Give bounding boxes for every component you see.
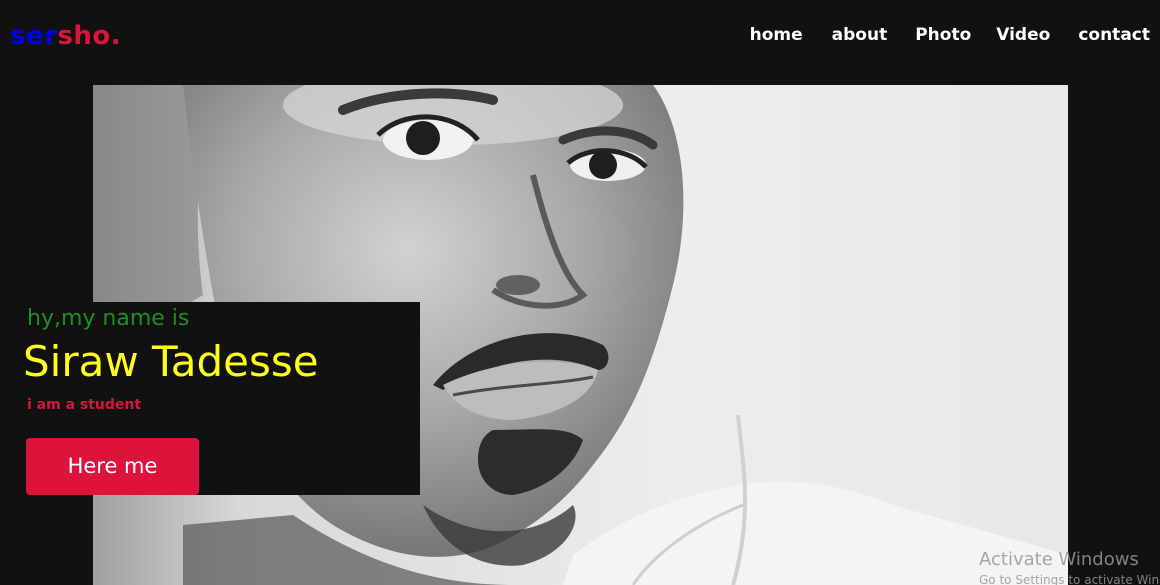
page: sersho. home about Photo Video contact h…	[0, 0, 1160, 585]
logo-text-accent: sho.	[57, 21, 122, 51]
here-me-button[interactable]: Here me	[26, 438, 199, 495]
logo-text-primary: ser	[10, 21, 58, 51]
navbar: sersho. home about Photo Video contact	[0, 0, 1160, 70]
activate-windows-watermark: Activate Windows Go to Settings to activ…	[979, 548, 1160, 585]
site-logo[interactable]: sersho.	[10, 18, 121, 54]
nav-link-photo[interactable]: Photo	[915, 22, 971, 48]
person-name: Siraw Tadesse	[23, 337, 319, 386]
nav-menu: home about Photo Video contact	[750, 22, 1150, 48]
role-text: i am a student	[27, 397, 142, 413]
watermark-title: Activate Windows	[979, 549, 1139, 570]
nav-link-contact[interactable]: contact	[1078, 22, 1150, 48]
intro-card: hy,my name is Siraw Tadesse i am a stude…	[13, 302, 420, 495]
greeting-text: hy,my name is	[27, 306, 190, 331]
nav-link-about[interactable]: about	[832, 22, 888, 48]
nav-link-video[interactable]: Video	[996, 22, 1050, 48]
nav-link-home[interactable]: home	[750, 22, 803, 48]
watermark-subtitle: Go to Settings to activate Windows.	[979, 573, 1160, 585]
